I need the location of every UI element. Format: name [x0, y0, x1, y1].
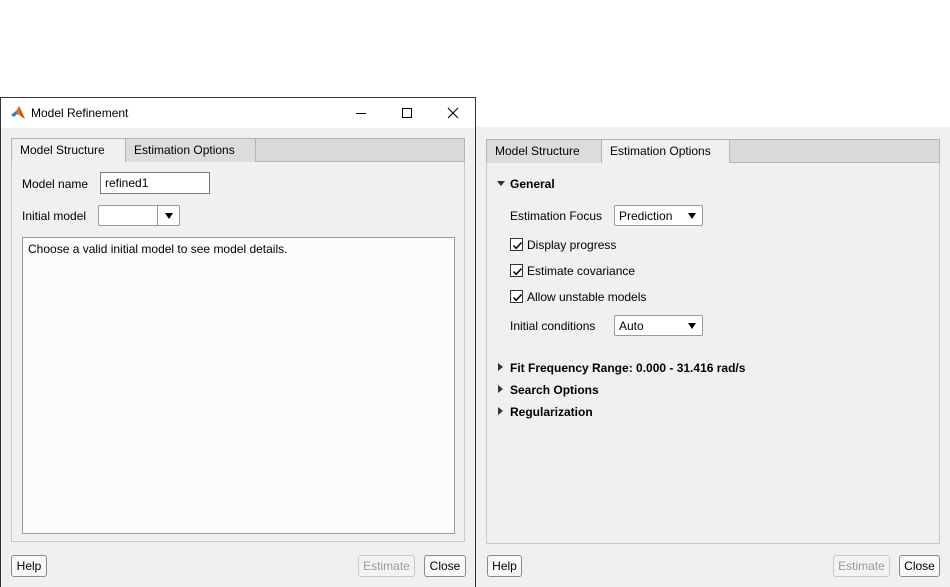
- checkmark-icon: [512, 293, 523, 302]
- model-name-input[interactable]: [100, 172, 210, 194]
- estimate-button[interactable]: Estimate: [358, 555, 415, 577]
- chevron-down-icon: [157, 206, 179, 225]
- section-search-options[interactable]: Search Options: [510, 383, 599, 397]
- window-title: Model Refinement: [31, 106, 129, 120]
- initial-model-label: Initial model: [22, 209, 87, 223]
- tab-strip: Model Structure Estimation Options: [11, 138, 465, 163]
- checkmark-icon: [512, 241, 523, 250]
- section-general[interactable]: General: [510, 177, 555, 191]
- checkmark-icon: [512, 267, 523, 276]
- model-details-area[interactable]: Choose a valid initial model to see mode…: [22, 237, 455, 534]
- display-progress-checkbox[interactable]: [510, 238, 523, 251]
- help-button[interactable]: Help: [11, 555, 47, 577]
- collapsed-icon: [498, 385, 503, 393]
- expanded-icon: [497, 181, 505, 186]
- initial-conditions-value: Auto: [619, 319, 644, 333]
- close-icon: [447, 107, 459, 119]
- collapsed-icon: [498, 407, 503, 415]
- chevron-down-icon: [681, 316, 703, 335]
- initial-conditions-dropdown[interactable]: Auto: [614, 315, 703, 336]
- title-bar[interactable]: Model Refinement: [1, 98, 475, 128]
- help-button-right[interactable]: Help: [487, 555, 522, 577]
- close-button[interactable]: Close: [424, 555, 466, 577]
- minimize-icon: [356, 113, 366, 114]
- tab-model-structure[interactable]: Model Structure: [12, 139, 126, 163]
- tab-model-structure-right[interactable]: Model Structure: [487, 140, 602, 163]
- estimate-covariance-checkbox[interactable]: [510, 264, 523, 277]
- initial-model-dropdown[interactable]: [98, 205, 180, 226]
- display-progress-label: Display progress: [527, 238, 617, 252]
- close-button-right[interactable]: Close: [899, 555, 940, 577]
- maximize-icon: [402, 108, 412, 118]
- minimize-button[interactable]: [338, 98, 384, 128]
- collapsed-icon: [498, 363, 503, 371]
- model-refinement-window: Model Refinement Model Structure Estimat…: [0, 97, 476, 587]
- matlab-logo-icon: [11, 106, 25, 119]
- close-window-button[interactable]: [430, 98, 476, 128]
- estimation-focus-label: Estimation Focus: [510, 209, 603, 223]
- tab-strip-right: Model Structure Estimation Options: [486, 139, 940, 164]
- model-name-label: Model name: [22, 177, 89, 191]
- section-regularization[interactable]: Regularization: [510, 405, 593, 419]
- tab-estimation-options-right[interactable]: Estimation Options: [602, 140, 730, 164]
- estimation-focus-dropdown[interactable]: Prediction: [614, 205, 703, 226]
- estimate-covariance-label: Estimate covariance: [527, 264, 636, 278]
- maximize-button[interactable]: [384, 98, 430, 128]
- estimation-focus-value: Prediction: [619, 209, 673, 223]
- estimate-button-right[interactable]: Estimate: [833, 555, 890, 577]
- allow-unstable-models-label: Allow unstable models: [527, 290, 647, 304]
- tab-estimation-options[interactable]: Estimation Options: [126, 139, 256, 162]
- allow-unstable-models-checkbox[interactable]: [510, 290, 523, 303]
- chevron-down-icon: [681, 206, 703, 225]
- initial-conditions-label: Initial conditions: [510, 319, 596, 333]
- estimation-options-window: Model Structure Estimation Options Gener…: [476, 127, 950, 587]
- section-fit-frequency-range[interactable]: Fit Frequency Range: 0.000 - 31.416 rad/…: [510, 361, 745, 375]
- model-details-text: Choose a valid initial model to see mode…: [28, 242, 288, 256]
